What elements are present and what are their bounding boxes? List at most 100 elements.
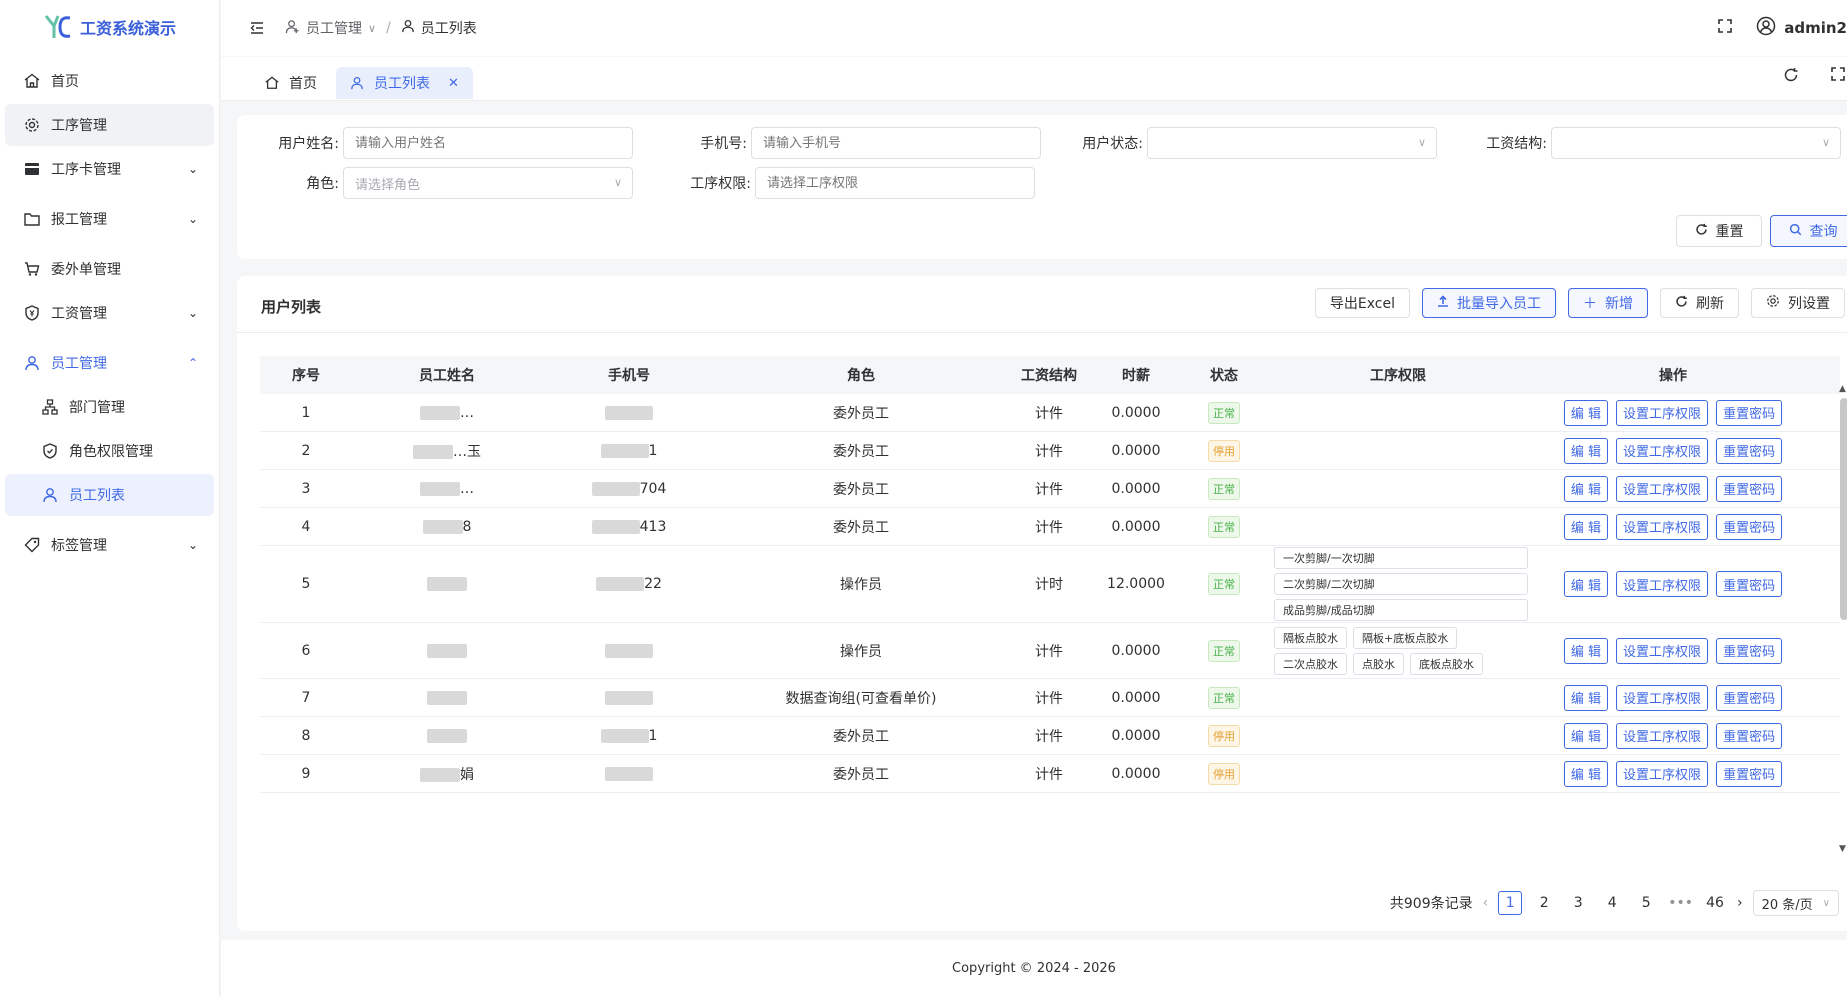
sidebar-item-process[interactable]: 工序管理: [5, 104, 214, 146]
table-scrollbar[interactable]: ▲ ▼: [1839, 384, 1847, 854]
tab-staff-list[interactable]: 员工列表 ✕: [336, 67, 473, 99]
chevron-down-icon: ∨: [368, 21, 377, 35]
col-header-rate[interactable]: 时薪: [1092, 365, 1180, 385]
fullscreen-icon[interactable]: [1831, 67, 1845, 87]
next-page-icon[interactable]: ›: [1737, 895, 1743, 911]
cell-phone: 704: [542, 481, 716, 497]
divider: [237, 332, 1847, 333]
set-perm-button[interactable]: 设置工序权限: [1616, 399, 1709, 426]
menu-fold-icon[interactable]: [249, 20, 265, 36]
perm-input[interactable]: [755, 167, 1035, 199]
set-perm-button[interactable]: 设置工序权限: [1616, 684, 1709, 711]
col-header-name[interactable]: 员工姓名: [352, 365, 542, 385]
page-4[interactable]: 4: [1600, 891, 1624, 915]
role-select[interactable]: 请选择角色 ∨: [343, 167, 633, 199]
phone-input[interactable]: [751, 127, 1041, 159]
status-select[interactable]: ∨: [1147, 127, 1437, 159]
export-excel-button[interactable]: 导出Excel: [1314, 288, 1410, 318]
sidebar-item-staff-list[interactable]: 员工列表: [5, 474, 214, 516]
sidebar-item-department[interactable]: 部门管理: [5, 386, 214, 428]
edit-button[interactable]: 编 辑: [1563, 571, 1609, 597]
sidebar-item-outsource[interactable]: 委外单管理: [5, 248, 214, 290]
sidebar-item-role-permission[interactable]: 角色权限管理: [5, 430, 214, 472]
reset-password-button[interactable]: 重置密码: [1716, 684, 1783, 711]
col-header-salary[interactable]: 工资结构: [1006, 365, 1092, 385]
page-2[interactable]: 2: [1532, 891, 1556, 915]
set-perm-button[interactable]: 设置工序权限: [1616, 513, 1709, 540]
reset-password-button[interactable]: 重置密码: [1716, 475, 1783, 502]
reset-password-button[interactable]: 重置密码: [1716, 637, 1783, 664]
set-perm-button[interactable]: 设置工序权限: [1616, 722, 1709, 749]
refresh-button[interactable]: 刷新: [1660, 288, 1739, 318]
edit-button[interactable]: 编 辑: [1563, 722, 1609, 749]
status-badge: 正常: [1208, 639, 1240, 662]
prev-page-icon[interactable]: ‹: [1483, 895, 1489, 911]
edit-button[interactable]: 编 辑: [1563, 475, 1609, 502]
sidebar-item-salary[interactable]: 工资管理 ⌄: [5, 292, 214, 334]
edit-button[interactable]: 编 辑: [1563, 399, 1609, 426]
sidebar-item-report[interactable]: 报工管理 ⌄: [5, 198, 214, 240]
yen-shield-icon: [23, 304, 41, 322]
table-row: 2 …玉 1 委外员工 计件 0.0000 停用 编 辑设置工序权限 重置密码: [260, 432, 1840, 470]
sidebar: 工资系统演示 首页 工序管理 工序卡管理 ⌄ 报工管理 ⌄ 委外单管理 工资管理…: [0, 0, 220, 996]
reset-password-button[interactable]: 重置密码: [1716, 760, 1783, 787]
scroll-down-icon[interactable]: ▼: [1839, 844, 1846, 854]
edit-button[interactable]: 编 辑: [1563, 437, 1609, 464]
edit-button[interactable]: 编 辑: [1563, 513, 1609, 540]
scroll-up-icon[interactable]: ▲: [1839, 384, 1846, 394]
set-perm-button[interactable]: 设置工序权限: [1616, 760, 1709, 787]
reset-button[interactable]: 重置: [1676, 215, 1762, 247]
cell-rate: 12.0000: [1092, 576, 1180, 592]
cell-role: 操作员: [716, 574, 1006, 594]
redaction-mask: [420, 481, 460, 496]
col-header-perm[interactable]: 工序权限: [1268, 365, 1528, 385]
reset-password-button[interactable]: 重置密码: [1716, 437, 1783, 464]
col-header-phone[interactable]: 手机号: [542, 365, 716, 385]
staff-name: …玉: [453, 443, 481, 460]
sidebar-item-process-card[interactable]: 工序卡管理 ⌄: [5, 148, 214, 190]
page-ellipsis[interactable]: •••: [1668, 891, 1693, 915]
refresh-icon[interactable]: [1783, 67, 1799, 87]
col-header-role[interactable]: 角色: [716, 365, 1006, 385]
page-5[interactable]: 5: [1634, 891, 1658, 915]
sidebar-item-home[interactable]: 首页: [5, 60, 214, 102]
reset-password-button[interactable]: 重置密码: [1716, 399, 1783, 426]
sidebar-item-tags[interactable]: 标签管理 ⌄: [5, 524, 214, 566]
cell-status: 正常: [1180, 686, 1268, 709]
role-text: 委外员工: [833, 766, 889, 783]
user-menu[interactable]: admin2: [1756, 16, 1847, 40]
close-icon[interactable]: ✕: [448, 76, 459, 91]
page-3[interactable]: 3: [1566, 891, 1590, 915]
reset-password-button[interactable]: 重置密码: [1716, 722, 1783, 749]
batch-import-button[interactable]: 批量导入员工: [1422, 288, 1556, 318]
query-button[interactable]: 查询: [1770, 215, 1847, 247]
page-last[interactable]: 46: [1703, 891, 1727, 915]
reset-password-button[interactable]: 重置密码: [1716, 571, 1783, 597]
page-size-select[interactable]: 20 条/页 ∨: [1752, 890, 1839, 916]
username-field-row: 用户姓名:: [237, 127, 633, 159]
sidebar-item-staff[interactable]: 员工管理 ⌃: [5, 342, 214, 384]
username-input[interactable]: [343, 127, 633, 159]
cell-no: 2: [260, 443, 352, 459]
set-perm-button[interactable]: 设置工序权限: [1616, 475, 1709, 502]
scroll-thumb[interactable]: [1840, 398, 1847, 620]
cell-ops: 编 辑设置工序权限 重置密码: [1528, 513, 1818, 540]
edit-button[interactable]: 编 辑: [1563, 760, 1609, 787]
edit-button[interactable]: 编 辑: [1563, 637, 1609, 664]
col-header-no[interactable]: 序号: [260, 365, 352, 385]
col-header-status[interactable]: 状态: [1180, 365, 1268, 385]
edit-button[interactable]: 编 辑: [1563, 684, 1609, 711]
page-1[interactable]: 1: [1498, 891, 1523, 915]
set-perm-button[interactable]: 设置工序权限: [1616, 437, 1709, 464]
col-header-ops[interactable]: 操作: [1528, 365, 1818, 385]
set-perm-button[interactable]: 设置工序权限: [1616, 637, 1709, 664]
salary-select[interactable]: ∨: [1551, 127, 1841, 159]
column-settings-button[interactable]: 列设置: [1751, 288, 1845, 318]
fullscreen-icon[interactable]: [1718, 19, 1733, 37]
set-perm-button[interactable]: 设置工序权限: [1616, 571, 1709, 597]
reset-password-button[interactable]: 重置密码: [1716, 513, 1783, 540]
breadcrumb-parent[interactable]: 员工管理: [306, 18, 362, 38]
tab-home[interactable]: 首页: [251, 67, 331, 99]
add-button[interactable]: ＋ 新增: [1568, 288, 1648, 318]
app-logo[interactable]: 工资系统演示: [0, 0, 219, 54]
